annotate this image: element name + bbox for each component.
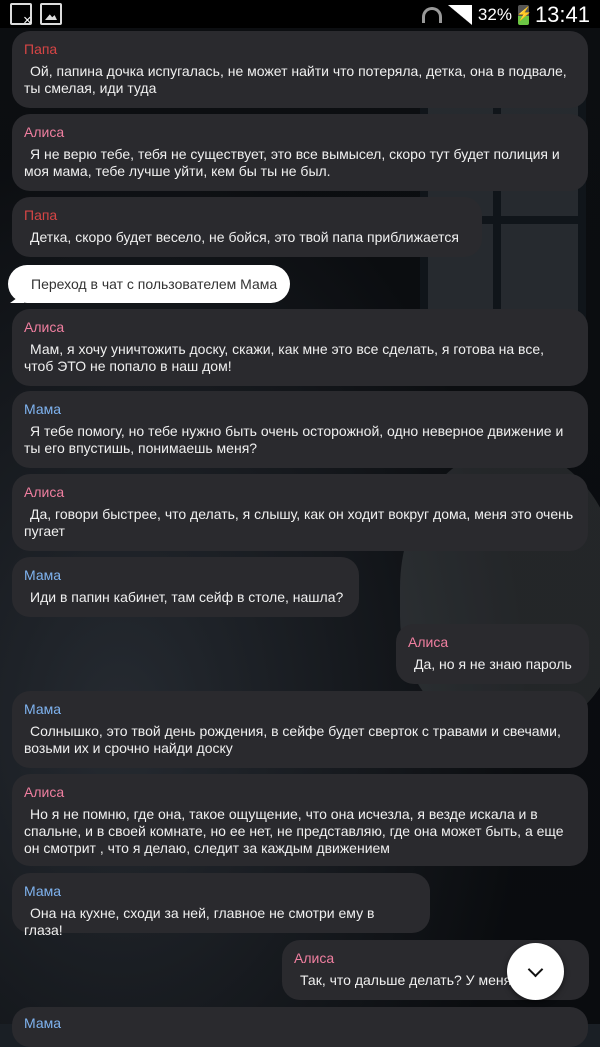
message-text: Иди в папин кабинет, там сейф в столе, н…	[30, 589, 344, 605]
sender-name: Алиса	[24, 319, 65, 335]
message-text: Да, но я не знаю пароль	[414, 656, 572, 672]
message-text: Детка, скоро будет весело, не бойся, это…	[30, 229, 459, 245]
message-bubble[interactable]: Папа Ой, папина дочка испугалась, не мож…	[12, 31, 588, 108]
message-bubble[interactable]: Мама Я тебе помогу, но тебе нужно быть о…	[12, 391, 588, 468]
message-bubble-own[interactable]: Алиса Да, но я не знаю пароль	[396, 624, 589, 684]
message-text: Мам, я хочу уничтожить доску, скажи, как…	[24, 341, 545, 374]
wifi-icon	[421, 7, 442, 23]
notification-icon	[10, 3, 32, 27]
message-text: Но я не помню, где она, такое ощущение, …	[24, 806, 564, 856]
message-bubble[interactable]: Алиса Но я не помню, где она, такое ощущ…	[12, 774, 588, 866]
message-bubble[interactable]: Мама Она на кухне, сходи за ней, главное…	[12, 873, 430, 938]
clock: 13:41	[534, 2, 590, 27]
sender-name: Алиса	[24, 124, 65, 140]
system-notice: Переход в чат с пользователем Мама	[8, 265, 291, 303]
sender-name: Алиса	[24, 484, 65, 500]
battery-percent: 32%	[477, 5, 512, 24]
sender-name: Алиса	[408, 634, 449, 650]
message-bubble[interactable]: Мама Солнышко, это твой день рождения, в…	[12, 691, 588, 768]
sender-name: Мама	[24, 401, 62, 417]
message-bubble[interactable]: Алиса Я не верю тебе, тебя не существует…	[12, 114, 588, 191]
sender-name: Мама	[24, 701, 62, 717]
status-bar: 32% 13:41	[0, 0, 600, 28]
battery-icon	[516, 5, 532, 25]
signal-icon	[447, 5, 472, 25]
image-notification-icon	[40, 3, 62, 25]
sender-name: Папа	[24, 207, 58, 223]
message-bubble[interactable]: Мама Иди в папин кабинет, там сейф в сто…	[12, 557, 359, 617]
message-text: Она на кухне, сходи за ней, главное не с…	[24, 905, 375, 938]
message-text: Я тебе помогу, но тебе нужно быть очень …	[24, 423, 564, 456]
chevron-down-icon	[527, 961, 544, 977]
message-text: Да, говори быстрее, что делать, я слышу,…	[24, 506, 574, 539]
sender-name: Мама	[24, 883, 62, 899]
message-bubble[interactable]: Алиса Да, говори быстрее, что делать, я …	[12, 474, 588, 551]
message-text: Ой, папина дочка испугалась, не может на…	[24, 63, 567, 96]
message-bubble[interactable]: Мама	[12, 1007, 588, 1047]
sender-name: Папа	[24, 41, 58, 57]
message-bubble[interactable]: Алиса Мам, я хочу уничтожить доску, скаж…	[12, 309, 588, 386]
message-text: Солнышко, это твой день рождения, в сейф…	[24, 723, 561, 756]
sender-name: Мама	[24, 567, 62, 583]
sender-name: Алиса	[24, 784, 65, 800]
sender-name: Мама	[24, 1015, 62, 1031]
scroll-down-button[interactable]	[507, 943, 564, 1000]
message-bubble[interactable]: Папа Детка, скоро будет весело, не бойся…	[12, 197, 482, 257]
message-text: Я не верю тебе, тебя не существует, это …	[24, 146, 560, 179]
